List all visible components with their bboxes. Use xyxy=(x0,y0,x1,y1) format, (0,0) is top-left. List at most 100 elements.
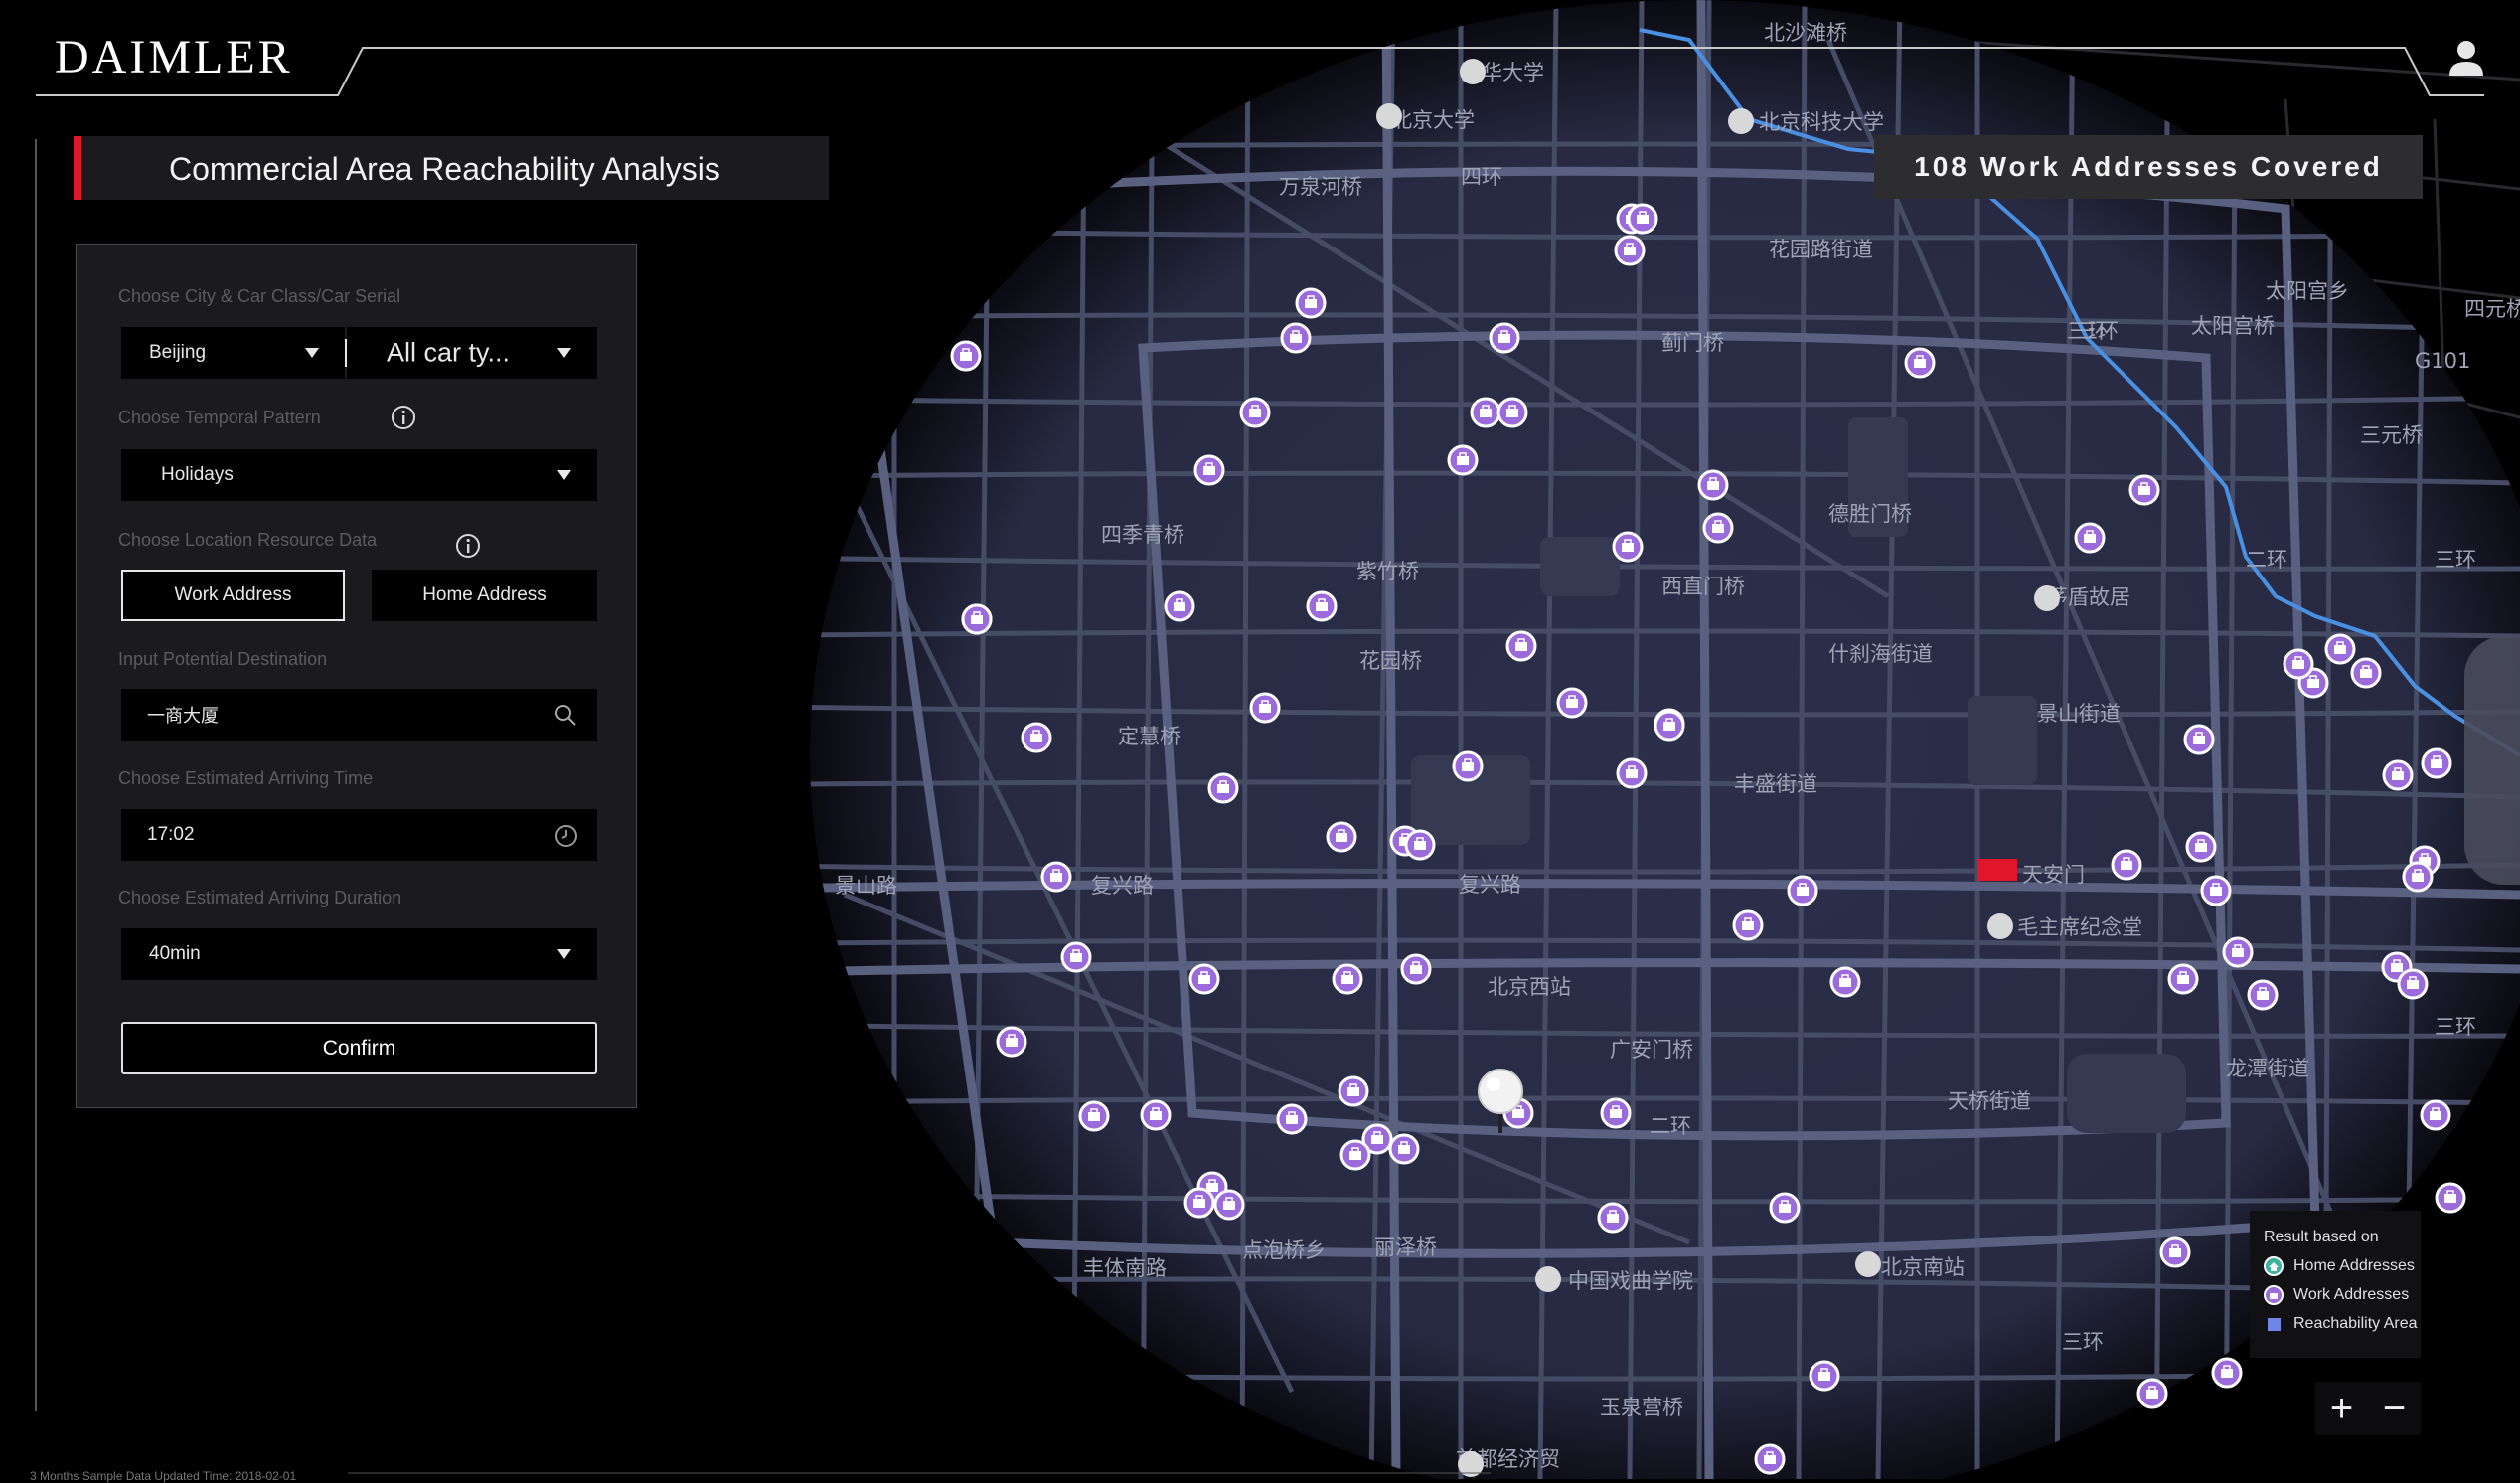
work-address-marker[interactable] xyxy=(1452,750,1484,782)
car-class-select-value: All car ty... xyxy=(387,337,511,368)
work-address-marker[interactable] xyxy=(1164,590,1195,622)
destination-input-value: 一商大厦 xyxy=(147,706,219,727)
work-address-marker[interactable] xyxy=(1627,203,1658,235)
work-address-marker[interactable] xyxy=(2222,936,2254,968)
map-label: 景山路 xyxy=(835,874,897,898)
work-address-marker[interactable] xyxy=(2350,657,2382,689)
work-address-marker[interactable] xyxy=(1769,1192,1801,1224)
work-address-marker[interactable] xyxy=(1339,1139,1371,1171)
map-label: 太阳宫桥 xyxy=(2191,314,2275,338)
work-address-marker[interactable] xyxy=(2211,1357,2243,1389)
side-panel-handle[interactable] xyxy=(2464,636,2520,885)
arriving-duration-select[interactable]: 40min xyxy=(121,928,597,980)
work-address-marker[interactable] xyxy=(1400,953,1432,985)
map-label: 丰体南路 xyxy=(1083,1256,1167,1280)
work-address-marker[interactable] xyxy=(1040,861,1072,893)
work-address-marker[interactable] xyxy=(1556,687,1588,719)
work-address-marker[interactable] xyxy=(1183,1187,1215,1219)
coverage-badge: 108 Work Addresses Covered xyxy=(1874,135,2423,199)
work-address-marker[interactable] xyxy=(1207,772,1239,804)
work-address-marker[interactable] xyxy=(2382,759,2414,791)
work-address-marker[interactable] xyxy=(2435,1182,2466,1214)
work-address-marker[interactable] xyxy=(1654,710,1685,742)
work-address-marker[interactable] xyxy=(2200,875,2232,906)
work-address-marker[interactable] xyxy=(2247,979,2279,1011)
car-class-select[interactable]: All car ty... xyxy=(347,327,597,379)
work-address-marker[interactable] xyxy=(1447,444,1479,476)
work-address-marker[interactable] xyxy=(1140,1099,1172,1131)
work-address-marker[interactable] xyxy=(1505,630,1537,662)
work-address-marker[interactable] xyxy=(1338,1075,1369,1107)
work-address-marker[interactable] xyxy=(1193,454,1225,486)
info-icon[interactable] xyxy=(455,533,481,559)
work-address-marker[interactable] xyxy=(1600,1097,1632,1129)
work-address-marker[interactable] xyxy=(2397,968,2429,1000)
work-address-marker[interactable] xyxy=(1754,1443,1786,1475)
work-address-marker[interactable] xyxy=(1496,397,1528,428)
info-icon[interactable] xyxy=(391,405,416,430)
search-icon[interactable] xyxy=(553,703,577,727)
work-address-marker[interactable] xyxy=(1060,941,1092,973)
zoom-out-button[interactable]: − xyxy=(2368,1382,2421,1435)
work-address-marker[interactable] xyxy=(2136,1378,2168,1409)
work-address-marker[interactable] xyxy=(1697,469,1729,501)
work-address-marker[interactable] xyxy=(1470,397,1501,428)
work-address-marker[interactable] xyxy=(2324,633,2356,665)
work-address-marker[interactable] xyxy=(1188,963,1220,995)
home-address-toggle[interactable]: Home Address xyxy=(372,570,597,621)
arriving-time-input[interactable]: 17:02 xyxy=(121,809,597,861)
work-address-marker[interactable] xyxy=(2420,1099,2451,1131)
work-address-marker[interactable] xyxy=(2159,1236,2191,1268)
work-address-marker[interactable] xyxy=(2111,849,2142,881)
map-label: 北京大学 xyxy=(1391,108,1475,132)
work-address-marker[interactable] xyxy=(2402,861,2434,893)
work-address-marker[interactable] xyxy=(2183,724,2215,755)
work-address-toggle[interactable]: Work Address xyxy=(121,570,345,621)
work-address-marker[interactable] xyxy=(950,340,982,372)
work-address-marker[interactable] xyxy=(1829,966,1861,998)
work-address-marker[interactable] xyxy=(961,603,993,635)
destination-input[interactable]: 一商大厦 xyxy=(121,689,597,741)
work-address-marker[interactable] xyxy=(1239,397,1271,428)
work-address-marker[interactable] xyxy=(1489,322,1520,354)
work-address-marker[interactable] xyxy=(2074,522,2106,554)
work-address-marker[interactable] xyxy=(1295,287,1327,319)
map-label: 太阳宫乡 xyxy=(2266,279,2349,303)
work-address-marker[interactable] xyxy=(1732,909,1764,941)
clock-icon[interactable] xyxy=(553,823,579,849)
city-select[interactable]: Beijing xyxy=(121,327,345,379)
work-address-marker[interactable] xyxy=(1276,1103,1308,1135)
work-address-marker[interactable] xyxy=(1249,692,1281,724)
work-address-marker[interactable] xyxy=(1021,722,1052,753)
work-address-marker[interactable] xyxy=(1404,829,1436,861)
work-address-marker[interactable] xyxy=(2421,747,2452,779)
work-address-marker[interactable] xyxy=(2283,648,2314,680)
work-address-marker[interactable] xyxy=(1597,1202,1629,1234)
zoom-controls: + − xyxy=(2315,1382,2421,1435)
work-address-marker[interactable] xyxy=(2185,831,2217,863)
work-address-marker[interactable] xyxy=(996,1026,1027,1058)
work-address-marker[interactable] xyxy=(1326,821,1357,853)
work-address-marker[interactable] xyxy=(2128,474,2160,506)
page-title-bar: Commercial Area Reachability Analysis xyxy=(74,136,829,200)
work-address-marker[interactable] xyxy=(1078,1100,1110,1132)
work-address-marker[interactable] xyxy=(1809,1360,1840,1392)
work-address-marker[interactable] xyxy=(1614,235,1646,266)
work-address-marker[interactable] xyxy=(1904,347,1936,379)
zoom-in-button[interactable]: + xyxy=(2315,1382,2368,1435)
work-address-marker[interactable] xyxy=(1332,963,1363,995)
user-icon[interactable] xyxy=(2446,38,2486,78)
work-address-marker[interactable] xyxy=(1388,1133,1420,1165)
work-address-marker[interactable] xyxy=(2167,963,2199,995)
temporal-pattern-select[interactable]: Holidays xyxy=(121,449,597,501)
work-address-marker[interactable] xyxy=(1280,322,1312,354)
work-address-marker[interactable] xyxy=(1616,757,1648,789)
work-address-marker[interactable] xyxy=(1612,531,1644,563)
map-label: 什刹海街道 xyxy=(1828,642,1933,666)
work-address-marker[interactable] xyxy=(1787,875,1818,906)
work-address-marker[interactable] xyxy=(1702,512,1734,544)
work-address-marker[interactable] xyxy=(1306,590,1338,622)
work-address-marker[interactable] xyxy=(1213,1189,1245,1221)
tiananmen-icon xyxy=(1977,859,2017,881)
confirm-button[interactable]: Confirm xyxy=(121,1022,597,1074)
